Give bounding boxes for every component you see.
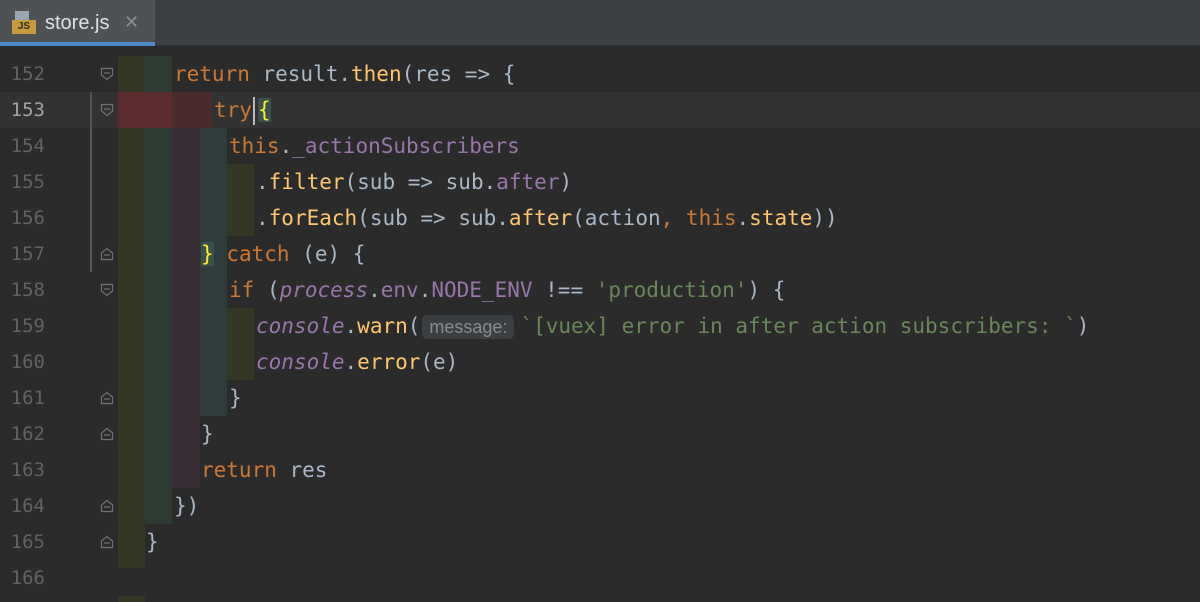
code-line-164: }): [174, 494, 200, 518]
code-editor[interactable]: 152 153 154 155 156 157 158 159 160 161 162 163 164 1…: [0, 46, 1200, 602]
matched-brace: }: [201, 242, 214, 266]
text-cursor: [252, 97, 255, 125]
line-number: 155: [10, 171, 45, 193]
editor-tab-bar: JS store.js ✕: [0, 0, 1200, 46]
fold-end-icon[interactable]: [100, 535, 114, 549]
indent-guide: [227, 308, 254, 380]
indent-error-highlight: [172, 92, 212, 128]
code-line-153: try{: [214, 92, 271, 128]
line-number: 165: [10, 531, 45, 553]
indent-error-highlight: [145, 92, 172, 128]
matched-brace: {: [257, 98, 271, 122]
code-line-158: if (process.env.NODE_ENV !== 'production…: [229, 278, 786, 302]
line-number: 160: [10, 351, 45, 373]
indent-guide: [172, 92, 200, 488]
code-line-152: return result.then(res => {: [174, 62, 516, 86]
line-number: 166: [10, 567, 45, 589]
fold-collapse-icon[interactable]: [100, 67, 114, 81]
tab-store-js[interactable]: JS store.js ✕: [0, 0, 155, 46]
indent-guide: [227, 164, 254, 236]
indent-guide: [118, 56, 145, 568]
code-line-155: .filter(sub => sub.after): [256, 170, 573, 194]
line-number: 156: [10, 207, 45, 229]
js-file-icon: JS: [12, 11, 38, 35]
parameter-hint: message:: [422, 315, 515, 339]
tab-title: store.js: [45, 12, 110, 34]
fold-collapse-icon[interactable]: [100, 283, 114, 297]
code-line-161: }: [229, 386, 242, 410]
fold-collapse-icon[interactable]: [100, 103, 114, 117]
code-line-165: }: [146, 530, 159, 554]
code-line-157: } catch (e) {: [201, 242, 366, 266]
line-number: 164: [10, 495, 45, 517]
indent-guide: [200, 128, 227, 416]
line-number: 163: [10, 459, 45, 481]
line-number: 159: [10, 315, 45, 337]
indent-error-highlight: [118, 92, 145, 128]
code-line-163: return res: [201, 458, 328, 482]
line-number: 154: [10, 135, 45, 157]
close-icon[interactable]: ✕: [124, 11, 139, 35]
line-number: 162: [10, 423, 45, 445]
code-line-156: .forEach(sub => sub.after(action, this.s…: [256, 206, 838, 230]
fold-end-icon[interactable]: [100, 391, 114, 405]
line-number: 158: [10, 279, 45, 301]
code-line-159: console.warn(message: `[vuex] error in af…: [256, 314, 1090, 339]
fold-end-icon[interactable]: [100, 499, 114, 513]
code-line-160: console.error(e): [256, 350, 459, 374]
code-line-154: this._actionSubscribers: [229, 134, 520, 158]
change-marker: [90, 92, 92, 272]
indent-guide: [118, 596, 145, 602]
code-line-162: }: [201, 422, 214, 446]
fold-end-icon[interactable]: [100, 427, 114, 441]
fold-end-icon[interactable]: [100, 247, 114, 261]
line-number: 153: [10, 99, 45, 121]
line-number: 161: [10, 387, 45, 409]
line-number: 157: [10, 243, 45, 265]
line-number: 152: [10, 63, 45, 85]
